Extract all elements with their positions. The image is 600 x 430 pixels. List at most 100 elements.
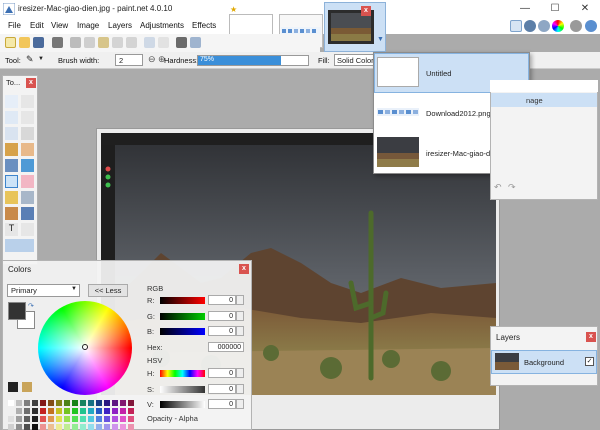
palette-swatch[interactable] (32, 400, 38, 406)
palette-swatch[interactable] (48, 400, 54, 406)
tab-dropdown-arrow-icon[interactable]: ▼ (377, 36, 384, 43)
decrease-width-icon[interactable]: ⊖ (148, 54, 156, 65)
paintbrush-tool-icon[interactable]: ✎ (26, 54, 34, 65)
palette-swatch[interactable] (56, 400, 62, 406)
palette-swatch[interactable] (120, 416, 126, 422)
palette-swatch[interactable] (32, 416, 38, 422)
colors-window-icon[interactable] (552, 20, 564, 32)
saturation-slider[interactable] (160, 386, 205, 393)
red-value-input[interactable]: 0 (208, 295, 236, 305)
menu-file[interactable]: File (8, 21, 21, 30)
palette-swatch[interactable] (88, 416, 94, 422)
pan-tool-icon[interactable] (21, 143, 34, 156)
palette-swatch[interactable] (104, 400, 110, 406)
gradient-tool-icon[interactable] (21, 159, 34, 172)
grid-icon[interactable] (176, 37, 187, 48)
palette-menu-icon[interactable] (22, 382, 32, 392)
palette-swatch[interactable] (56, 408, 62, 414)
blue-slider[interactable] (160, 328, 205, 335)
tools-close-button[interactable]: x (26, 78, 36, 88)
palette-swatch[interactable] (128, 424, 134, 430)
color-mode-select[interactable]: Primary (7, 284, 80, 297)
maximize-button[interactable]: ☐ (540, 0, 570, 18)
move-tool-icon[interactable] (21, 111, 34, 124)
value-value-input[interactable]: 0 (208, 399, 236, 409)
minimize-button[interactable]: — (510, 0, 540, 18)
palette-swatch[interactable] (8, 416, 14, 422)
palette-swatch[interactable] (24, 408, 30, 414)
palette-swatch[interactable] (88, 408, 94, 414)
palette-swatch[interactable] (48, 424, 54, 430)
palette-swatch[interactable] (40, 400, 46, 406)
palette-swatch[interactable] (40, 424, 46, 430)
swap-colors-icon[interactable]: ↷ (28, 302, 34, 310)
hex-value-input[interactable]: 000000 (208, 342, 244, 352)
black-white-reset-icon[interactable] (8, 382, 18, 392)
fill-mode-select[interactable]: Solid Color (334, 54, 376, 66)
paintbrush-tool-selected-icon[interactable] (5, 175, 18, 188)
print-icon[interactable] (52, 37, 63, 48)
saturation-spinner[interactable] (236, 384, 244, 394)
magic-wand-tool-icon[interactable] (5, 143, 18, 156)
palette-swatch[interactable] (128, 416, 134, 422)
settings-icon[interactable] (190, 37, 201, 48)
palette-swatch[interactable] (16, 416, 22, 422)
palette-swatch[interactable] (80, 408, 86, 414)
color-mode-dropdown-icon[interactable]: ▼ (71, 286, 77, 292)
palette-swatch[interactable] (24, 416, 30, 422)
menu-image[interactable]: Image (77, 21, 99, 30)
red-spinner[interactable] (236, 295, 244, 305)
palette-swatch[interactable] (120, 408, 126, 414)
palette-swatch[interactable] (88, 424, 94, 430)
palette-swatch[interactable] (96, 424, 102, 430)
brush-width-select[interactable]: 2 (115, 54, 143, 66)
history-undo-icon[interactable]: ↶ (494, 182, 502, 193)
deselect-icon[interactable] (126, 37, 137, 48)
palette-swatch[interactable] (64, 424, 70, 430)
recolor-tool-icon[interactable] (21, 207, 34, 220)
palette-swatch[interactable] (8, 408, 14, 414)
hue-spinner[interactable] (236, 368, 244, 378)
palette-swatch[interactable] (80, 416, 86, 422)
green-slider[interactable] (160, 313, 205, 320)
palette-swatch[interactable] (16, 424, 22, 430)
colors-close-button[interactable]: x (239, 264, 249, 274)
palette-swatch[interactable] (72, 400, 78, 406)
palette-swatch[interactable] (72, 424, 78, 430)
red-slider[interactable] (160, 297, 205, 304)
palette-swatch[interactable] (24, 424, 30, 430)
palette-swatch[interactable] (72, 416, 78, 422)
blue-value-input[interactable]: 0 (208, 326, 236, 336)
shapes-tool-icon[interactable] (5, 239, 34, 252)
new-image-icon[interactable] (5, 37, 16, 48)
close-tab-button[interactable]: x (361, 6, 371, 16)
palette-swatch[interactable] (56, 424, 62, 430)
redo-icon[interactable] (158, 37, 169, 48)
open-folder-icon[interactable] (19, 37, 30, 48)
eraser-tool-icon[interactable] (21, 175, 34, 188)
tool-dropdown-arrow-icon[interactable]: ▼ (38, 56, 44, 62)
paste-icon[interactable] (98, 37, 109, 48)
blue-spinner[interactable] (236, 326, 244, 336)
value-spinner[interactable] (236, 399, 244, 409)
palette-swatch[interactable] (88, 400, 94, 406)
palette-swatch[interactable] (128, 408, 134, 414)
color-wheel-marker[interactable] (82, 344, 88, 350)
menu-view[interactable]: View (51, 21, 68, 30)
text-tool-icon[interactable]: T (5, 223, 18, 236)
palette-swatch[interactable] (40, 416, 46, 422)
palette-swatch[interactable] (112, 408, 118, 414)
palette-swatch[interactable] (128, 400, 134, 406)
palette-swatch[interactable] (120, 424, 126, 430)
tools-window-icon[interactable] (510, 20, 522, 32)
palette-swatch[interactable] (72, 408, 78, 414)
palette-swatch[interactable] (120, 400, 126, 406)
line-curve-tool-icon[interactable] (21, 223, 34, 236)
color-picker-tool-icon[interactable] (21, 191, 34, 204)
hue-value-input[interactable]: 0 (208, 368, 236, 378)
close-window-button[interactable]: ✕ (570, 0, 600, 18)
layer-visibility-checkbox[interactable]: ✓ (585, 357, 594, 366)
clone-stamp-tool-icon[interactable] (5, 207, 18, 220)
layers-close-button[interactable]: x (586, 332, 596, 342)
palette-swatch[interactable] (96, 416, 102, 422)
